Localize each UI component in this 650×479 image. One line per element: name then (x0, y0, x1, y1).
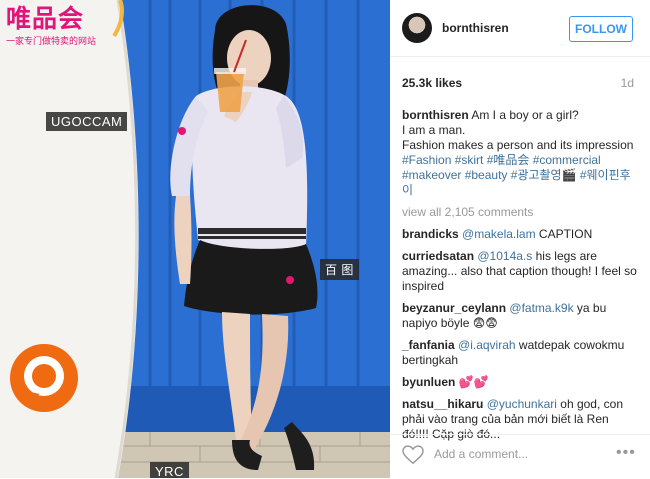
comment-username[interactable]: curriedsatan (402, 249, 474, 263)
comment-username[interactable]: brandicks (402, 227, 459, 241)
comment-username[interactable]: beyzanur_ceylann (402, 301, 506, 315)
comment-mention[interactable]: @1014a.s (477, 249, 532, 263)
comment: brandicks @makela.lam CAPTION (402, 227, 638, 242)
photo-tag-baitu[interactable]: 百 图 (320, 259, 359, 280)
comment: beyzanur_ceylann @fatma.k9k ya bu napiyo… (402, 301, 638, 331)
post-side-panel: bornthisren FOLLOW 25.3k likes 1d bornth… (390, 0, 650, 478)
comment-text: CAPTION (535, 227, 593, 241)
post-header: bornthisren FOLLOW (390, 0, 650, 57)
caption-line-3: Fashion makes a person and its impressio… (402, 138, 634, 152)
comments-list: bornthisren Am I a boy or a girl? I am a… (402, 108, 638, 449)
photo-tag-ugoccam[interactable]: UGOCCAM (46, 112, 128, 131)
more-options-icon[interactable]: ••• (616, 444, 636, 462)
comment-mention[interactable]: @i.aqvirah (458, 338, 516, 352)
photo-tag-yrc[interactable]: YRC (150, 462, 189, 478)
comment-username[interactable]: natsu__hikaru (402, 397, 483, 411)
comment-username[interactable]: _fanfania (402, 338, 455, 352)
brand-logo: 唯品会 一家专门做特卖的网站 (6, 4, 110, 47)
comment-username[interactable]: byunluen (402, 375, 455, 389)
comment-text: 💕💕 (455, 375, 489, 389)
comment: byunluen 💕💕 (402, 375, 638, 390)
post-photo[interactable]: 唯品会 一家专门做特卖的网站 UGOCCAM 百 图 YRC (0, 0, 390, 478)
header-username[interactable]: bornthisren (442, 21, 509, 35)
comment: _fanfania @i.aqvirah watdepak cowokmu be… (402, 338, 638, 368)
caption-hashtags[interactable]: #Fashion #skirt #唯品会 #commercial #makeov… (402, 153, 631, 197)
caption-line-2: I am a man. (402, 123, 466, 137)
brand-name: 唯品会 (6, 5, 85, 33)
add-comment-input[interactable]: Add a comment... (434, 447, 528, 461)
comment-mention[interactable]: @makela.lam (462, 227, 536, 241)
post-time[interactable]: 1d (621, 76, 634, 90)
instagram-post: 唯品会 一家专门做特卖的网站 UGOCCAM 百 图 YRC bornthisr… (0, 0, 650, 478)
heart-icon[interactable] (402, 445, 424, 470)
caption-line-1: Am I a boy or a girl? (471, 108, 579, 122)
comment-footer: Add a comment... ••• (390, 434, 650, 479)
likes-row: 25.3k likes 1d (402, 76, 634, 90)
comment-mention[interactable]: @fatma.k9k (509, 301, 573, 315)
brand-tagline: 一家专门做特卖的网站 (6, 36, 97, 46)
comment-mention[interactable]: @yuchunkari (487, 397, 557, 411)
follow-button[interactable]: FOLLOW (569, 16, 633, 42)
view-all-comments-link[interactable]: view all 2,105 comments (402, 205, 638, 220)
avatar[interactable] (402, 13, 432, 43)
post-caption: bornthisren Am I a boy or a girl? I am a… (402, 108, 638, 198)
photo-illustration (0, 0, 390, 478)
comment: curriedsatan @1014a.s his legs are amazi… (402, 249, 638, 294)
caption-username[interactable]: bornthisren (402, 108, 469, 122)
likes-count[interactable]: 25.3k likes (402, 76, 462, 90)
